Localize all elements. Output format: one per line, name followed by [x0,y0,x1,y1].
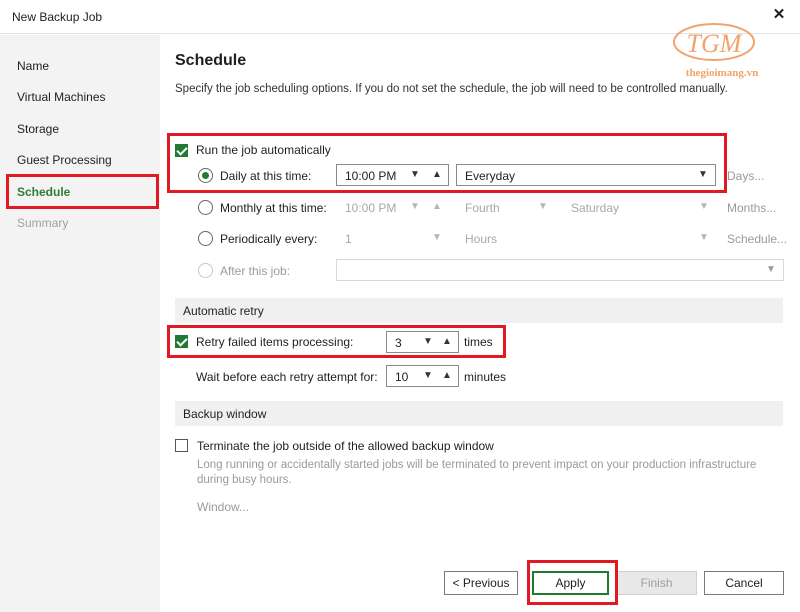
after-job-select: ▼ [336,259,784,281]
automatic-retry-title: Automatic retry [183,304,264,318]
chevron-up-icon: ▲ [432,201,442,212]
sidebar-item-storage[interactable]: Storage [17,122,59,136]
chevron-up-icon[interactable]: ▲ [439,368,455,384]
sidebar-item-name[interactable]: Name [17,59,49,73]
monthly-time-value: 10:00 PM [345,201,397,215]
automatic-retry-header: Automatic retry [175,298,783,323]
wait-minutes-label: minutes [464,370,507,384]
monthly-label: Monthly at this time: [220,201,327,215]
chevron-down-icon[interactable]: ▼ [420,368,436,384]
backup-window-note-line2: during busy hours. [197,474,292,486]
periodically-value-select: 1 ▼ [336,227,449,249]
periodically-unit-select: Hours ▼ [456,227,717,249]
backup-window-note-line1: Long running or accidentally started job… [197,459,757,471]
monthly-day-select: Saturday ▼ [562,196,717,218]
monthly-months-link: Months... [727,201,777,215]
after-job-label: After this job: [220,264,291,278]
wait-retry-label: Wait before each retry attempt for: [196,370,378,384]
after-job-radio [198,263,213,278]
terminate-job-label: Terminate the job outside of the allowed… [197,439,494,453]
previous-button[interactable]: < Previous [444,571,518,595]
chevron-down-icon: ▼ [410,201,420,212]
main-content: Schedule Specify the job scheduling opti… [160,35,800,612]
terminate-job-checkbox[interactable] [175,439,188,452]
periodically-unit-value: Hours [465,232,498,246]
periodically-schedule-link: Schedule... [727,232,788,246]
wait-retry-field[interactable]: 10 ▼ ▲ [386,365,459,387]
monthly-day-value: Saturday [571,201,620,215]
wait-retry-value: 10 [395,370,409,384]
highlight-box-retry [167,325,506,358]
window-link: Window... [197,500,250,514]
chevron-down-icon: ▼ [699,201,709,212]
periodically-label: Periodically every: [220,232,318,246]
chevron-down-icon: ▼ [766,264,776,275]
monthly-week-value: Fourth [465,201,500,215]
sidebar-item-virtual-machines[interactable]: Virtual Machines [17,90,106,104]
monthly-time-field: 10:00 PM ▼ ▲ [336,196,449,218]
monthly-radio[interactable] [198,200,213,215]
sidebar-item-summary: Summary [17,216,69,230]
daily-days-link: Days... [727,169,765,183]
highlight-box-schedule [6,174,159,209]
cancel-button[interactable]: Cancel [704,571,784,595]
page-description: Specify the job scheduling options. If y… [175,83,728,95]
highlight-box-run-automatically [167,133,727,193]
chevron-down-icon: ▼ [699,232,709,243]
highlight-box-apply [527,560,618,605]
periodically-value: 1 [345,232,352,246]
chevron-down-icon: ▼ [538,201,548,212]
backup-window-header: Backup window [175,401,783,426]
page-title: Schedule [175,52,247,69]
window-title: New Backup Job [12,10,103,24]
close-icon[interactable]: ✕ [770,6,788,24]
periodically-radio[interactable] [198,231,213,246]
finish-button: Finish [616,571,697,595]
monthly-week-select: Fourth ▼ [456,196,556,218]
sidebar-item-guest-processing[interactable]: Guest Processing [17,153,112,167]
wizard-sidebar: Name Virtual Machines Storage Guest Proc… [0,35,160,612]
chevron-down-icon: ▼ [432,232,442,243]
backup-window-title: Backup window [183,407,267,421]
